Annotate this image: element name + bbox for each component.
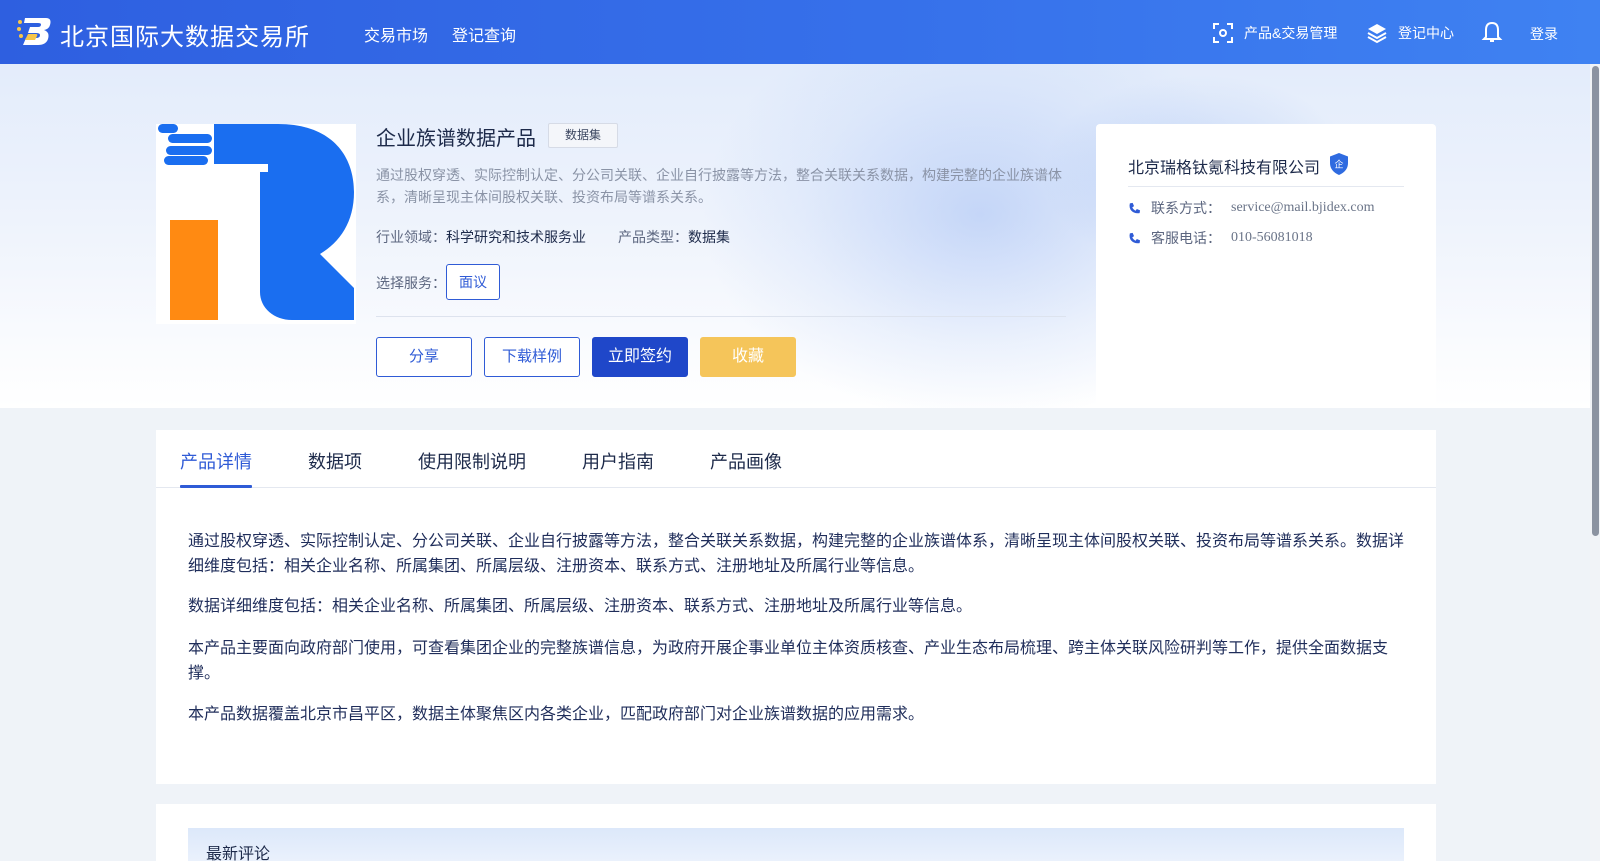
tab-product-profile[interactable]: 产品画像 [710,448,782,474]
detail-tabs: 产品详情 数据项 使用限制说明 用户指南 产品画像 [156,430,1436,488]
register-center-link[interactable]: 登记中心 [1366,22,1454,44]
nav-registration-query[interactable]: 登记查询 [452,22,516,46]
comments-title: 最新评论 [206,846,271,861]
tab-data-items[interactable]: 数据项 [308,448,362,474]
product-type-value: 数据集 [688,229,730,245]
top-navigation-bar: 北京国际大数据交易所 交易市场 登记查询 产品&交易管理 登记中心 登录 [0,0,1600,64]
product-description: 通过股权穿透、实际控制认定、分公司关联、企业自行披露等方法，整合关联关系数据，构… [376,167,1062,205]
comments-header: 最新评论 [188,828,1404,861]
industry-field: 行业领域：科学研究和技术服务业 [376,227,586,247]
bell-icon[interactable] [1481,20,1503,44]
detail-paragraph: 本产品数据覆盖北京市昌平区，数据主体聚焦区内各类企业，匹配政府部门对企业族谱数据… [188,706,925,723]
card-divider [1128,186,1404,187]
active-tab-indicator [180,485,252,488]
login-link[interactable]: 登录 [1530,24,1558,44]
detail-paragraph: 本产品主要面向政府部门使用，可查看集团企业的完整族谱信息，为政府开展企事业单位主… [188,640,1389,682]
industry-label: 行业领域： [376,229,446,245]
scrollbar-thumb[interactable] [1592,66,1599,536]
product-detail-panel: 产品详情 数据项 使用限制说明 用户指南 产品画像 通过股权穿透、实际控制认定、… [156,430,1436,784]
company-name[interactable]: 北京瑞格钛氪科技有限公司 [1128,154,1320,178]
service-label: 选择服务： [376,275,446,291]
favorite-button[interactable]: 收藏 [700,337,796,377]
phone-label: 客服电话： [1151,230,1221,246]
company-card: 北京瑞格钛氪科技有限公司 企 联系方式： service@mail.bjidex… [1096,124,1436,408]
product-type-label: 产品类型： [618,229,688,245]
tab-usage-restrictions[interactable]: 使用限制说明 [418,448,526,474]
tab-user-guide[interactable]: 用户指南 [582,448,654,474]
page-scrollbar[interactable] [1590,64,1600,861]
product-logo-icon [156,124,356,324]
layers-icon [1367,24,1387,44]
download-sample-button[interactable]: 下载样例 [484,337,580,377]
scan-icon [1213,23,1233,43]
detail-paragraph: 通过股权穿透、实际控制认定、分公司关联、企业自行披露等方法，整合关联关系数据，构… [188,533,1405,575]
share-button[interactable]: 分享 [376,337,472,377]
divider [376,316,1066,317]
service-option-negotiable[interactable]: 面议 [446,264,500,300]
service-phone-row: 客服电话： 010-56081018 [1128,228,1313,248]
product-title: 企业族谱数据产品 [376,128,536,150]
site-title[interactable]: 北京国际大数据交易所 [60,17,310,52]
shield-label: 企 [1334,159,1343,171]
service-phone: 010-56081018 [1231,230,1313,245]
contact-label: 联系方式： [1151,200,1221,216]
product-type-field: 产品类型：数据集 [618,227,730,247]
phone-icon [1129,202,1141,213]
register-center-label: 登记中心 [1398,25,1454,41]
detail-paragraph: 数据详细维度包括：相关企业名称、所属集团、所属层级、注册资本、联系方式、注册地址… [188,598,973,615]
contact-email-row: 联系方式： service@mail.bjidex.com [1128,198,1375,218]
logo-icon[interactable] [16,14,52,48]
sign-now-button[interactable]: 立即签约 [592,337,688,377]
product-type-badge: 数据集 [548,123,618,148]
nav-trading-market[interactable]: 交易市场 [364,22,428,46]
phone-icon [1129,232,1141,243]
product-trade-management-label: 产品&交易管理 [1244,25,1338,41]
industry-value: 科学研究和技术服务业 [446,229,586,245]
enterprise-shield-icon: 企 [1330,153,1348,175]
product-trade-management-link[interactable]: 产品&交易管理 [1212,22,1337,44]
contact-email[interactable]: service@mail.bjidex.com [1231,200,1375,216]
comments-panel: 最新评论 [156,804,1436,861]
tab-product-details[interactable]: 产品详情 [180,448,252,474]
